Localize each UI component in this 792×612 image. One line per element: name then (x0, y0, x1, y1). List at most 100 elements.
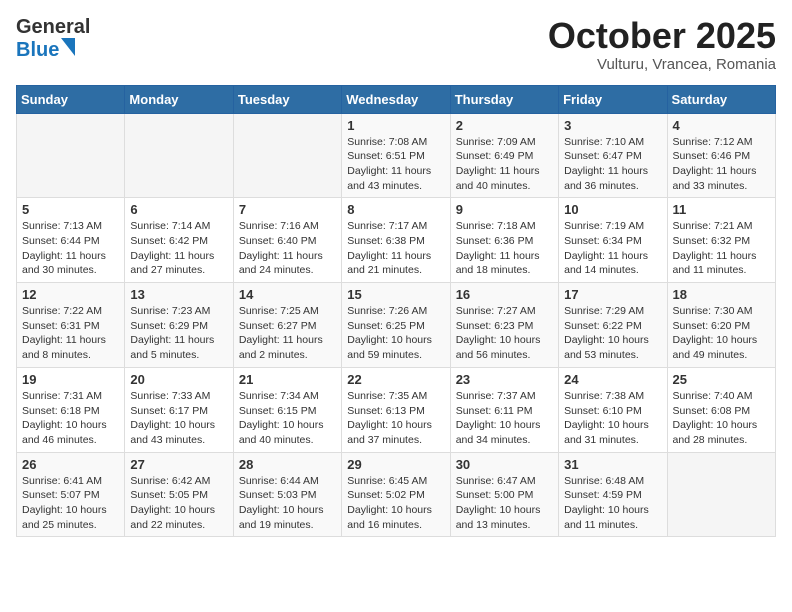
calendar-cell: 2 Sunrise: 7:09 AM Sunset: 6:49 PM Daylig… (450, 113, 558, 198)
calendar-cell: 29Sunrise: 6:45 AM Sunset: 5:02 PM Dayli… (342, 452, 450, 537)
calendar-cell: 9 Sunrise: 7:18 AM Sunset: 6:36 PM Daylig… (450, 198, 558, 283)
calendar-cell: 17 Sunrise: 7:29 AM Sunset: 6:22 PM Dayli… (559, 283, 667, 368)
day-number: 7 (239, 202, 336, 217)
day-number: 26 (22, 457, 119, 472)
logo-text: General Blue (16, 16, 90, 62)
day-info: Sunrise: 7:33 AM Sunset: 6:17 PM Dayligh… (130, 389, 227, 448)
day-number: 13 (130, 287, 227, 302)
day-number: 21 (239, 372, 336, 387)
calendar-cell: 13 Sunrise: 7:23 AM Sunset: 6:29 PM Dayli… (125, 283, 233, 368)
calendar-cell: 14Sunrise: 7:25 AM Sunset: 6:27 PM Dayli… (233, 283, 341, 368)
day-info: Sunrise: 7:17 AM Sunset: 6:38 PM Dayligh… (347, 219, 444, 278)
day-number: 19 (22, 372, 119, 387)
day-info: Sunrise: 7:10 AM Sunset: 6:47 PM Dayligh… (564, 135, 661, 194)
day-number: 28 (239, 457, 336, 472)
day-info: Sunrise: 7:40 AM Sunset: 6:08 PM Dayligh… (673, 389, 770, 448)
day-info: Sunrise: 7:35 AM Sunset: 6:13 PM Dayligh… (347, 389, 444, 448)
calendar-cell: 4 Sunrise: 7:12 AM Sunset: 6:46 PM Daylig… (667, 113, 775, 198)
day-header-friday: Friday (559, 85, 667, 113)
calendar-week-row: 19 Sunrise: 7:31 AM Sunset: 6:18 PM Dayli… (17, 367, 776, 452)
calendar-cell: 23 Sunrise: 7:37 AM Sunset: 6:11 PM Dayli… (450, 367, 558, 452)
calendar-cell (125, 113, 233, 198)
day-info: Sunrise: 7:22 AM Sunset: 6:31 PM Dayligh… (22, 304, 119, 363)
calendar-cell: 21 Sunrise: 7:34 AM Sunset: 6:15 PM Dayli… (233, 367, 341, 452)
day-info: Sunrise: 6:42 AM Sunset: 5:05 PM Dayligh… (130, 474, 227, 533)
day-header-tuesday: Tuesday (233, 85, 341, 113)
day-number: 2 (456, 118, 553, 133)
day-info: Sunrise: 7:26 AM Sunset: 6:25 PM Dayligh… (347, 304, 444, 363)
day-info: Sunrise: 7:34 AM Sunset: 6:15 PM Dayligh… (239, 389, 336, 448)
day-number: 23 (456, 372, 553, 387)
day-info: Sunrise: 7:13 AM Sunset: 6:44 PM Dayligh… (22, 219, 119, 278)
day-number: 4 (673, 118, 770, 133)
calendar-cell (667, 452, 775, 537)
location-subtitle: Vulturu, Vrancea, Romania (548, 56, 776, 73)
day-info: Sunrise: 7:09 AM Sunset: 6:49 PM Dayligh… (456, 135, 553, 194)
calendar-cell: 28 Sunrise: 6:44 AM Sunset: 5:03 PM Dayli… (233, 452, 341, 537)
day-info: Sunrise: 6:45 AM Sunset: 5:02 PM Dayligh… (347, 474, 444, 533)
day-info: Sunrise: 7:30 AM Sunset: 6:20 PM Dayligh… (673, 304, 770, 363)
page-header: General Blue October 2025 Vulturu, Vranc… (16, 16, 776, 73)
day-number: 12 (22, 287, 119, 302)
calendar-week-row: 26 Sunrise: 6:41 AM Sunset: 5:07 PM Dayli… (17, 452, 776, 537)
day-info: Sunrise: 6:44 AM Sunset: 5:03 PM Dayligh… (239, 474, 336, 533)
title-block: October 2025 Vulturu, Vrancea, Romania (548, 16, 776, 73)
day-info: Sunrise: 6:48 AM Sunset: 4:59 PM Dayligh… (564, 474, 661, 533)
day-number: 17 (564, 287, 661, 302)
day-info: Sunrise: 7:19 AM Sunset: 6:34 PM Dayligh… (564, 219, 661, 278)
calendar-cell: 11Sunrise: 7:21 AM Sunset: 6:32 PM Dayli… (667, 198, 775, 283)
calendar-cell: 19 Sunrise: 7:31 AM Sunset: 6:18 PM Dayli… (17, 367, 125, 452)
day-number: 30 (456, 457, 553, 472)
calendar-cell: 25 Sunrise: 7:40 AM Sunset: 6:08 PM Dayli… (667, 367, 775, 452)
day-info: Sunrise: 7:31 AM Sunset: 6:18 PM Dayligh… (22, 389, 119, 448)
day-info: Sunrise: 7:21 AM Sunset: 6:32 PM Dayligh… (673, 219, 770, 278)
calendar-header-row: SundayMondayTuesdayWednesdayThursdayFrid… (17, 85, 776, 113)
day-number: 10 (564, 202, 661, 217)
day-number: 24 (564, 372, 661, 387)
day-info: Sunrise: 7:12 AM Sunset: 6:46 PM Dayligh… (673, 135, 770, 194)
day-info: Sunrise: 7:37 AM Sunset: 6:11 PM Dayligh… (456, 389, 553, 448)
day-number: 18 (673, 287, 770, 302)
calendar-cell: 27 Sunrise: 6:42 AM Sunset: 5:05 PM Dayli… (125, 452, 233, 537)
day-number: 1 (347, 118, 444, 133)
day-info: Sunrise: 7:29 AM Sunset: 6:22 PM Dayligh… (564, 304, 661, 363)
calendar-cell: 31Sunrise: 6:48 AM Sunset: 4:59 PM Dayli… (559, 452, 667, 537)
calendar-week-row: 5Sunrise: 7:13 AM Sunset: 6:44 PM Daylig… (17, 198, 776, 283)
logo-arrow-icon (61, 38, 75, 56)
calendar-cell: 1Sunrise: 7:08 AM Sunset: 6:51 PM Daylig… (342, 113, 450, 198)
day-header-monday: Monday (125, 85, 233, 113)
calendar-cell: 16Sunrise: 7:27 AM Sunset: 6:23 PM Dayli… (450, 283, 558, 368)
calendar-cell: 12 Sunrise: 7:22 AM Sunset: 6:31 PM Dayli… (17, 283, 125, 368)
day-number: 15 (347, 287, 444, 302)
day-info: Sunrise: 7:38 AM Sunset: 6:10 PM Dayligh… (564, 389, 661, 448)
day-info: Sunrise: 6:47 AM Sunset: 5:00 PM Dayligh… (456, 474, 553, 533)
calendar-cell: 22 Sunrise: 7:35 AM Sunset: 6:13 PM Dayli… (342, 367, 450, 452)
calendar-table: SundayMondayTuesdayWednesdayThursdayFrid… (16, 85, 776, 538)
day-number: 6 (130, 202, 227, 217)
day-info: Sunrise: 7:18 AM Sunset: 6:36 PM Dayligh… (456, 219, 553, 278)
calendar-cell: 26 Sunrise: 6:41 AM Sunset: 5:07 PM Dayli… (17, 452, 125, 537)
day-info: Sunrise: 6:41 AM Sunset: 5:07 PM Dayligh… (22, 474, 119, 533)
day-number: 27 (130, 457, 227, 472)
calendar-cell: 15 Sunrise: 7:26 AM Sunset: 6:25 PM Dayli… (342, 283, 450, 368)
calendar-cell: 18 Sunrise: 7:30 AM Sunset: 6:20 PM Dayli… (667, 283, 775, 368)
day-number: 22 (347, 372, 444, 387)
day-header-wednesday: Wednesday (342, 85, 450, 113)
day-info: Sunrise: 7:23 AM Sunset: 6:29 PM Dayligh… (130, 304, 227, 363)
logo: General Blue (16, 16, 90, 62)
day-number: 16 (456, 287, 553, 302)
day-header-sunday: Sunday (17, 85, 125, 113)
day-info: Sunrise: 7:16 AM Sunset: 6:40 PM Dayligh… (239, 219, 336, 278)
calendar-cell: 7 Sunrise: 7:16 AM Sunset: 6:40 PM Daylig… (233, 198, 341, 283)
calendar-cell: 5Sunrise: 7:13 AM Sunset: 6:44 PM Daylig… (17, 198, 125, 283)
month-title: October 2025 (548, 16, 776, 56)
calendar-cell (233, 113, 341, 198)
day-number: 25 (673, 372, 770, 387)
day-number: 9 (456, 202, 553, 217)
calendar-cell: 20Sunrise: 7:33 AM Sunset: 6:17 PM Dayli… (125, 367, 233, 452)
calendar-cell: 6Sunrise: 7:14 AM Sunset: 6:42 PM Daylig… (125, 198, 233, 283)
calendar-cell (17, 113, 125, 198)
calendar-cell: 3Sunrise: 7:10 AM Sunset: 6:47 PM Daylig… (559, 113, 667, 198)
calendar-cell: 24 Sunrise: 7:38 AM Sunset: 6:10 PM Dayli… (559, 367, 667, 452)
day-info: Sunrise: 7:25 AM Sunset: 6:27 PM Dayligh… (239, 304, 336, 363)
